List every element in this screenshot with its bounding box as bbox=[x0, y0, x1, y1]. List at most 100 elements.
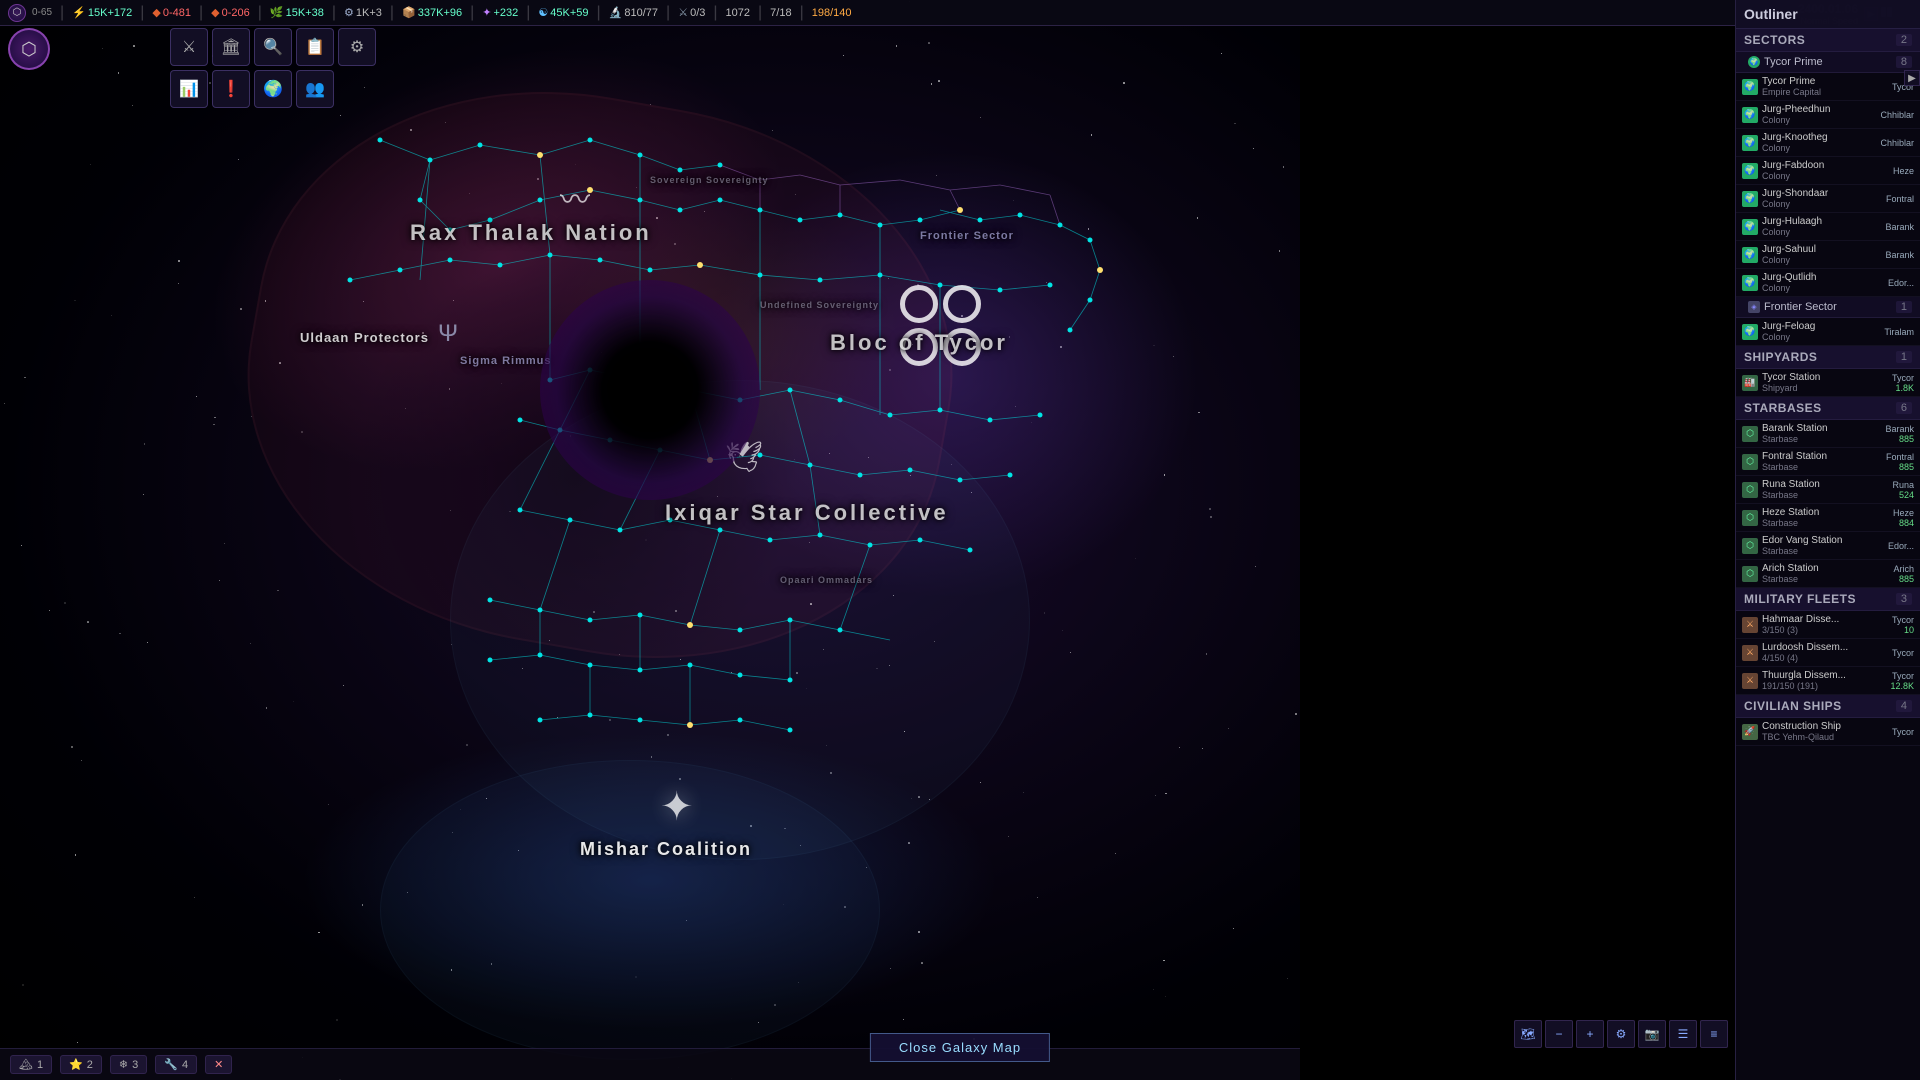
fleet-hahmaar[interactable]: ⚔ Hahmaar Disse... 3/150 (3) Tycor 10 bbox=[1736, 611, 1920, 639]
starbase-arich[interactable]: ⬡ Arich Station Starbase Arich 885 bbox=[1736, 560, 1920, 588]
colony-jurg-knootheg[interactable]: 🌍 Jurg-Knootheg Colony Chhiblar bbox=[1736, 129, 1920, 157]
bottom-tab-4[interactable]: 🔧 4 bbox=[155, 1055, 197, 1074]
game-menu-icon[interactable]: ⬡ bbox=[8, 4, 26, 22]
jurg-shondaar-name: Jurg-Shondaar bbox=[1762, 188, 1882, 199]
galaxy-map[interactable]: ✦ 🕊 〰 Ψ Rax Thalak Nation Bloc of Tycor … bbox=[0, 0, 1300, 1080]
colony-jurg-sahuul[interactable]: 🌍 Jurg-Sahuul Colony Barank bbox=[1736, 241, 1920, 269]
jurg-hulaagh-sub: Colony bbox=[1762, 227, 1881, 237]
frontier-sector-subsection[interactable]: ◈ Frontier Sector 1 bbox=[1736, 297, 1920, 318]
situations-btn[interactable]: ❗ bbox=[212, 70, 250, 108]
bottom-tab-2[interactable]: ⭐ 2 bbox=[60, 1055, 102, 1074]
arich-station-name: Arich Station bbox=[1762, 563, 1889, 574]
arich-station-info: Arich Station Starbase bbox=[1762, 563, 1889, 584]
policies-btn[interactable]: 📋 bbox=[296, 28, 334, 66]
menu-btn-1[interactable]: ☰ bbox=[1669, 1020, 1697, 1048]
heze-station-loc: Heze bbox=[1893, 508, 1914, 518]
jurg-feloag-name: Jurg-Feloag bbox=[1762, 321, 1880, 332]
jurg-fabdoon-right: Heze bbox=[1893, 166, 1914, 176]
resource-minerals: ◆ 0-481 bbox=[152, 6, 191, 19]
sectors-section-header[interactable]: Sectors 2 bbox=[1736, 29, 1920, 52]
jurg-pheedhun-loc: Chhiblar bbox=[1880, 110, 1914, 120]
jurg-pheedhun-right: Chhiblar bbox=[1880, 110, 1914, 120]
military-fleets-section-header[interactable]: Military Fleets 3 bbox=[1736, 588, 1920, 611]
settings-btn[interactable]: ⚙ bbox=[1607, 1020, 1635, 1048]
bottom-tab-close[interactable]: ✕ bbox=[205, 1055, 232, 1074]
uldaan-emblem: Ψ bbox=[438, 320, 458, 348]
lurdoosh-fleet-sub: 4/150 (4) bbox=[1762, 653, 1888, 663]
jurg-pheedhun-info: Jurg-Pheedhun Colony bbox=[1762, 104, 1876, 125]
colony-jurg-pheedhun[interactable]: 🌍 Jurg-Pheedhun Colony Chhiblar bbox=[1736, 101, 1920, 129]
shipyard-tycor[interactable]: 🏭 Tycor Station Shipyard Tycor 1.8K bbox=[1736, 369, 1920, 397]
empire-icon[interactable]: ⬡ bbox=[8, 28, 50, 70]
colony-jurg-qutlidh[interactable]: 🌍 Jurg-Qutlidh Colony Edor... bbox=[1736, 269, 1920, 297]
tycor-logo bbox=[900, 285, 981, 366]
starbase-edor-vang[interactable]: ⬡ Edor Vang Station Starbase Edor... bbox=[1736, 532, 1920, 560]
population-btn[interactable]: 📊 bbox=[170, 70, 208, 108]
civilian-ships-section-header[interactable]: Civilian Ships 4 bbox=[1736, 695, 1920, 718]
fleet-thuurgla[interactable]: ⚔ Thuurgla Dissem... 191/150 (191) Tycor… bbox=[1736, 667, 1920, 695]
colony-jurg-fabdoon[interactable]: 🌍 Jurg-Fabdoon Colony Heze bbox=[1736, 157, 1920, 185]
jurg-qutlidh-sub: Colony bbox=[1762, 283, 1884, 293]
jurg-fabdoon-icon: 🌍 bbox=[1742, 163, 1758, 179]
government-btn[interactable]: 🏛 bbox=[212, 28, 250, 66]
starbases-section-header[interactable]: Starbases 6 bbox=[1736, 397, 1920, 420]
military-fleets-count: 3 bbox=[1896, 593, 1912, 605]
jurg-qutlidh-icon: 🌍 bbox=[1742, 275, 1758, 291]
contacts-btn[interactable]: 🔍 bbox=[254, 28, 292, 66]
species-btn[interactable]: 👥 bbox=[296, 70, 334, 108]
outliner-expand-btn[interactable]: ▶ bbox=[1904, 70, 1920, 86]
bottom-tab-1[interactable]: 🏔 1 bbox=[10, 1055, 52, 1074]
colony-jurg-hulaagh[interactable]: 🌍 Jurg-Hulaagh Colony Barank bbox=[1736, 213, 1920, 241]
menu-btn-2[interactable]: ≡ bbox=[1700, 1020, 1728, 1048]
fontral-station-icon: ⬡ bbox=[1742, 454, 1758, 470]
tycor-prime-colony-sub: Empire Capital bbox=[1762, 87, 1888, 97]
map-btn[interactable]: 🌍 bbox=[254, 70, 292, 108]
starbase-runa[interactable]: ⬡ Runa Station Starbase Runa 524 bbox=[1736, 476, 1920, 504]
tycor-shipyard-sub: Shipyard bbox=[1762, 383, 1888, 393]
zoom-out-btn[interactable]: − bbox=[1545, 1020, 1573, 1048]
colony-jurg-feloag[interactable]: 🌍 Jurg-Feloag Colony Tiralam bbox=[1736, 318, 1920, 346]
jurg-shondaar-right: Fontral bbox=[1886, 194, 1914, 204]
zoom-in-btn[interactable]: + bbox=[1576, 1020, 1604, 1048]
resource-food: 🌿 15K+38 bbox=[270, 6, 324, 19]
warfare-btn[interactable]: ⚔ bbox=[170, 28, 208, 66]
tycor-prime-subsection[interactable]: 🌍 Tycor Prime 8 bbox=[1736, 52, 1920, 73]
barank-station-sub: Starbase bbox=[1762, 434, 1881, 444]
starbase-barank[interactable]: ⬡ Barank Station Starbase Barank 885 bbox=[1736, 420, 1920, 448]
edor-vang-station-loc: Edor... bbox=[1888, 541, 1914, 551]
heze-station-right: Heze 884 bbox=[1893, 508, 1914, 528]
jurg-sahuul-loc: Barank bbox=[1885, 250, 1914, 260]
heze-station-icon: ⬡ bbox=[1742, 510, 1758, 526]
tycor-prime-colony-info: Tycor Prime Empire Capital bbox=[1762, 76, 1888, 97]
frontier-sector-name: Frontier Sector bbox=[1764, 301, 1837, 313]
colony-jurg-shondaar[interactable]: 🌍 Jurg-Shondaar Colony Fontral bbox=[1736, 185, 1920, 213]
tycor-prime-count: 8 bbox=[1896, 56, 1912, 68]
thuurgla-fleet-icon: ⚔ bbox=[1742, 673, 1758, 689]
fleet-lurdoosh[interactable]: ⚔ Lurdoosh Dissem... 4/150 (4) Tycor bbox=[1736, 639, 1920, 667]
starbase-fontral[interactable]: ⬡ Fontral Station Starbase Fontral 885 bbox=[1736, 448, 1920, 476]
edor-vang-station-name: Edor Vang Station bbox=[1762, 535, 1884, 546]
runa-station-name: Runa Station bbox=[1762, 479, 1888, 490]
tab2-icon: ⭐ bbox=[69, 1058, 83, 1071]
runa-station-right: Runa 524 bbox=[1892, 480, 1914, 500]
thuurgla-fleet-info: Thuurgla Dissem... 191/150 (191) bbox=[1762, 670, 1886, 691]
fontral-station-sub: Starbase bbox=[1762, 462, 1882, 472]
starbase-heze[interactable]: ⬡ Heze Station Starbase Heze 884 bbox=[1736, 504, 1920, 532]
frontier-sector-count: 1 bbox=[1896, 301, 1912, 313]
technology-btn[interactable]: ⚙ bbox=[338, 28, 376, 66]
jurg-fabdoon-loc: Heze bbox=[1893, 166, 1914, 176]
frontier-sector-icon: ◈ bbox=[1748, 301, 1760, 313]
jurg-knootheg-name: Jurg-Knootheg bbox=[1762, 132, 1876, 143]
runa-station-sub: Starbase bbox=[1762, 490, 1888, 500]
hahmaar-fleet-icon: ⚔ bbox=[1742, 617, 1758, 633]
shipyards-section-header[interactable]: Shipyards 1 bbox=[1736, 346, 1920, 369]
colony-tycor-prime[interactable]: 🌍 Tycor Prime Empire Capital Tycor bbox=[1736, 73, 1920, 101]
construction-ship-info: Construction Ship TBC Yehm-Qilaud bbox=[1762, 721, 1888, 742]
lurdoosh-fleet-icon: ⚔ bbox=[1742, 645, 1758, 661]
civilian-ship-construction[interactable]: 🚀 Construction Ship TBC Yehm-Qilaud Tyco… bbox=[1736, 718, 1920, 746]
close-galaxy-map-btn[interactable]: Close Galaxy Map bbox=[870, 1033, 1050, 1062]
lurdoosh-fleet-loc: Tycor bbox=[1892, 648, 1914, 658]
minimap-btn[interactable]: 🗺 bbox=[1514, 1020, 1542, 1048]
screenshot-btn[interactable]: 📷 bbox=[1638, 1020, 1666, 1048]
bottom-tab-3[interactable]: ❄ 3 bbox=[110, 1055, 147, 1074]
